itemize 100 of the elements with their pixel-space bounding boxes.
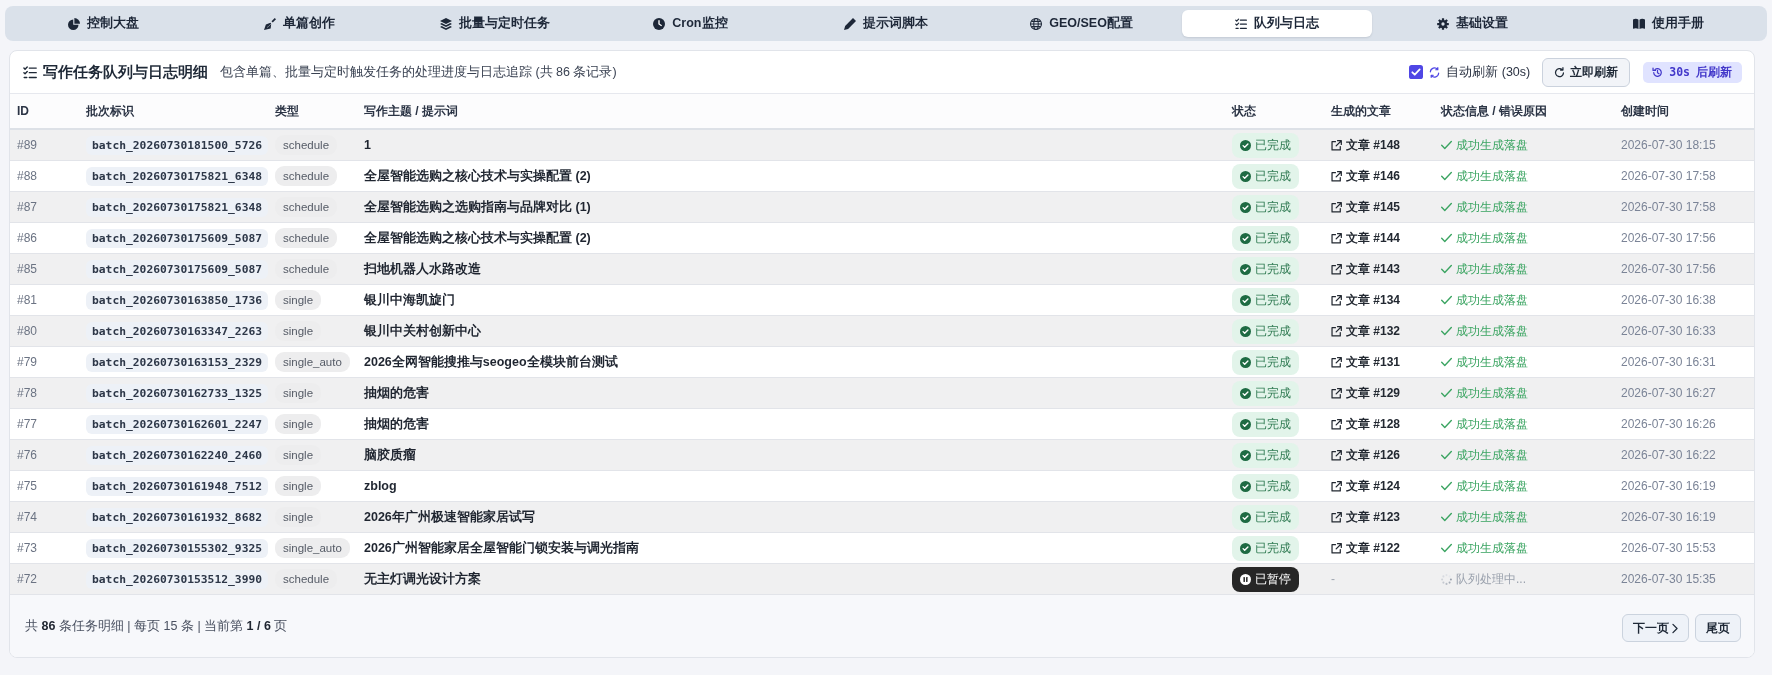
status-message: 成功生成落盘	[1456, 384, 1528, 402]
status-label: 已完成	[1255, 167, 1291, 185]
row-id: #80	[17, 324, 38, 338]
check-icon	[1441, 388, 1452, 398]
refresh-button[interactable]: 立即刷新	[1542, 57, 1631, 87]
status-message: 成功生成落盘	[1456, 136, 1528, 154]
status-message: 成功生成落盘	[1456, 477, 1528, 495]
task-type-chip: single	[275, 321, 322, 341]
created-time: 2026-07-30 16:38	[1621, 293, 1716, 307]
external-link-icon	[1331, 480, 1342, 492]
card-subtitle: 包含单篇、批量与定时触发任务的处理进度与日志追踪 (共 86 条记录)	[220, 63, 617, 81]
task-type-chip: single	[275, 414, 322, 434]
row-id: #81	[17, 293, 38, 307]
batch-id-chip: batch_20260730175609_5087	[86, 228, 269, 248]
nav-tab[interactable]: 队列与日志	[1182, 10, 1372, 37]
nav-tab[interactable]: GEO/SEO配置	[986, 10, 1177, 37]
batch-id-chip: batch_20260730175821_6348	[86, 166, 269, 186]
article-link[interactable]: 文章 #145	[1331, 198, 1401, 216]
last-page-button[interactable]: 尾页	[1695, 614, 1741, 642]
status-message: 成功生成落盘	[1456, 198, 1528, 216]
created-time: 2026-07-30 16:19	[1621, 479, 1716, 493]
external-link-icon	[1331, 294, 1342, 306]
batch-id-chip: batch_20260730155302_9325	[86, 538, 269, 558]
pen-nib-icon	[263, 17, 276, 30]
article-link[interactable]: 文章 #134	[1331, 291, 1401, 309]
nav-tab[interactable]: 单篇创作	[204, 10, 395, 37]
batch-id-chip: batch_20260730161948_7512	[86, 476, 269, 496]
row-id: #78	[17, 386, 38, 400]
task-type-chip: schedule	[275, 135, 338, 155]
task-topic: 全屋智能选购之核心技术与实操配置 (2)	[364, 168, 591, 183]
check-icon	[1441, 543, 1452, 553]
article-link[interactable]: 文章 #122	[1331, 539, 1401, 557]
check-circle-icon	[1240, 170, 1251, 182]
pause-circle-icon	[1240, 573, 1251, 585]
article-link[interactable]: 文章 #143	[1331, 260, 1401, 278]
nav-tab[interactable]: 提示词脚本	[791, 10, 981, 37]
check-icon	[1441, 512, 1452, 522]
external-link-icon	[1331, 263, 1342, 275]
nav-tab[interactable]: 使用手册	[1573, 10, 1763, 37]
list-check-icon	[23, 65, 37, 79]
row-id: #87	[17, 200, 38, 214]
batch-id-chip: batch_20260730161932_8682	[86, 507, 269, 527]
status-label: 已完成	[1255, 477, 1291, 495]
clock-icon	[653, 17, 666, 30]
article-link[interactable]: 文章 #148	[1331, 136, 1401, 154]
created-time: 2026-07-30 16:26	[1621, 417, 1716, 431]
article-link[interactable]: 文章 #124	[1331, 477, 1401, 495]
no-article-dash: -	[1331, 572, 1335, 586]
article-link[interactable]: 文章 #132	[1331, 322, 1401, 340]
row-id: #86	[17, 231, 38, 245]
nav-tab[interactable]: 控制大盘	[9, 10, 199, 37]
status-label: 已完成	[1255, 136, 1291, 154]
article-link[interactable]: 文章 #126	[1331, 446, 1401, 464]
task-topic: zblog	[364, 479, 397, 493]
external-link-icon	[1331, 170, 1342, 182]
check-circle-icon	[1240, 356, 1251, 368]
status-message: 成功生成落盘	[1456, 446, 1528, 464]
auto-refresh-checkbox[interactable]	[1409, 65, 1424, 79]
batch-id-chip: batch_20260730163850_1736	[86, 290, 269, 310]
check-icon	[1441, 140, 1452, 150]
task-type-chip: schedule	[275, 197, 338, 217]
status-label: 已完成	[1255, 446, 1291, 464]
batch-id-chip: batch_20260730162240_2460	[86, 445, 269, 465]
created-time: 2026-07-30 17:56	[1621, 231, 1716, 245]
check-circle-icon	[1240, 480, 1251, 492]
check-icon	[1441, 264, 1452, 274]
task-topic: 抽烟的危害	[364, 385, 429, 400]
pie-chart-icon	[68, 17, 81, 30]
status-label: 已完成	[1255, 539, 1291, 557]
check-icon	[1441, 171, 1452, 181]
row-id: #75	[17, 479, 38, 493]
task-topic: 2026广州智能家居全屋智能门锁安装与调光指南	[364, 540, 639, 555]
batch-id-chip: batch_20260730181500_5726	[86, 135, 269, 155]
article-link[interactable]: 文章 #129	[1331, 384, 1401, 402]
article-link[interactable]: 文章 #131	[1331, 353, 1401, 371]
next-page-button[interactable]: 下一页	[1622, 614, 1689, 642]
row-id: #89	[17, 138, 38, 152]
created-time: 2026-07-30 18:15	[1621, 138, 1716, 152]
article-link[interactable]: 文章 #144	[1331, 229, 1401, 247]
task-topic: 2026全网智能搜推与seogeo全模块前台测试	[364, 354, 618, 369]
check-icon	[1441, 481, 1452, 491]
external-link-icon	[1331, 139, 1342, 151]
check-icon	[1441, 450, 1452, 460]
task-topic: 1	[364, 138, 371, 152]
check-icon	[1441, 357, 1452, 367]
created-time: 2026-07-30 16:27	[1621, 386, 1716, 400]
article-link[interactable]: 文章 #128	[1331, 415, 1401, 433]
task-type-chip: single	[275, 445, 322, 465]
row-id: #72	[17, 572, 38, 586]
check-circle-icon	[1240, 325, 1251, 337]
card-title: 写作任务队列与日志明细	[43, 62, 208, 82]
status-label: 已完成	[1255, 260, 1291, 278]
article-link[interactable]: 文章 #146	[1331, 167, 1401, 185]
task-topic: 脑胶质瘤	[364, 447, 416, 462]
row-id: #88	[17, 169, 38, 183]
nav-tab[interactable]: 基础设置	[1377, 10, 1568, 37]
article-link[interactable]: 文章 #123	[1331, 508, 1401, 526]
nav-tab[interactable]: 批量与定时任务	[400, 10, 590, 37]
task-topic: 扫地机器人水路改造	[364, 261, 481, 276]
nav-tab[interactable]: Cron监控	[595, 10, 786, 37]
